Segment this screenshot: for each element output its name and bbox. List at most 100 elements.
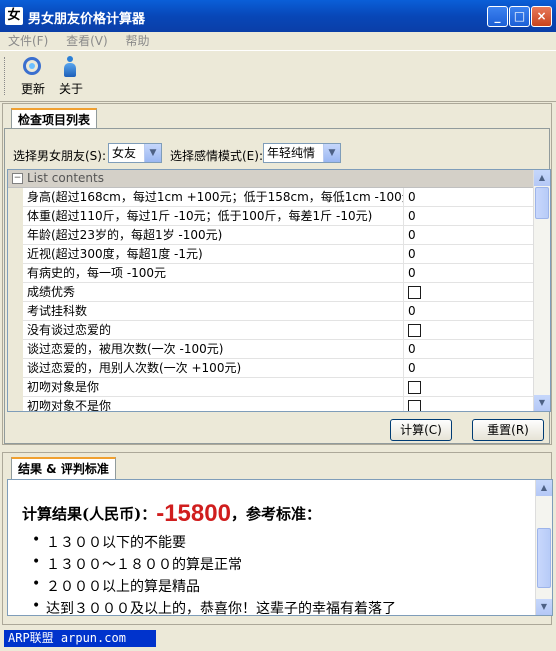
scroll-up-icon[interactable]: ▲ [534, 170, 550, 186]
tab-result[interactable]: 结果 & 评判标准 [11, 457, 116, 479]
list-item-label: 初吻对象不是你 [27, 397, 404, 411]
reset-button[interactable]: 重置(R) [472, 419, 544, 441]
scroll-down-icon[interactable]: ▼ [536, 599, 552, 615]
list-item-checkbox[interactable] [408, 324, 421, 337]
toolbar: 更新 关于 [0, 50, 556, 102]
list-item-value[interactable]: 0 [408, 188, 416, 207]
scroll-down-icon[interactable]: ▼ [534, 395, 550, 411]
list-item-value[interactable]: 0 [408, 340, 416, 359]
row-gutter [8, 188, 23, 207]
refresh-button[interactable]: 更新 [15, 54, 51, 98]
close-button[interactable]: × [531, 6, 552, 27]
list-item[interactable]: 谈过恋爱的，甩别人次数(一次 +100元) 0 [8, 359, 535, 378]
tab-check-items[interactable]: 检查项目列表 [11, 108, 98, 130]
partner-select-value: 女友 [112, 146, 137, 160]
list-item[interactable]: 初吻对象不是你 [8, 397, 535, 411]
about-button[interactable]: 关于 [53, 54, 89, 98]
maximize-button[interactable]: □ [509, 6, 530, 27]
result-panel: 结果 & 评判标准 计算结果(人民币)：-15800，参考标准： １３００以下的… [2, 452, 553, 625]
row-gutter [8, 359, 23, 378]
list-item[interactable]: 考试挂科数 0 [8, 302, 535, 321]
list-item-label: 谈过恋爱的，甩别人次数(一次 +100元) [27, 359, 404, 378]
calc-button[interactable]: 计算(C) [390, 419, 452, 441]
scroll-thumb[interactable] [535, 187, 549, 219]
about-label: 关于 [58, 82, 83, 96]
list-item-label: 没有谈过恋爱的 [27, 321, 404, 340]
list-item-checkbox[interactable] [408, 286, 421, 299]
list-item-label: 身高(超过168cm，每过1cm +100元；低于158cm，每低1cm -10… [27, 188, 404, 207]
refresh-label: 更新 [20, 82, 45, 96]
result-value: -15800 [156, 500, 231, 527]
scroll-thumb[interactable] [537, 528, 551, 588]
mode-label: 选择感情模式(E): [170, 149, 263, 163]
list-item-value[interactable]: 0 [408, 359, 416, 378]
list-item[interactable]: 体重(超过110斤，每过1斤 -10元；低于100斤，每差1斤 -10元) 0 [8, 207, 535, 226]
list-item-value[interactable]: 0 [408, 264, 416, 283]
check-tab-pane: 选择男女朋友(S): 女友 ▼ 选择感情模式(E): 年轻纯情 ▼ − List … [4, 128, 551, 444]
menu-bar: 文件(F) 查看(V) 帮助 [0, 32, 556, 50]
menu-help[interactable]: 帮助 [126, 32, 150, 50]
partner-select[interactable]: 女友 ▼ [108, 143, 162, 163]
list-item-value[interactable]: 0 [408, 245, 416, 264]
list-item-label: 年龄(超过23岁的，每超1岁 -100元) [27, 226, 404, 245]
list-item-value[interactable]: 0 [408, 302, 416, 321]
list-item-label: 近视(超过300度，每超1度 -1元) [27, 245, 404, 264]
result-prefix: 计算结果(人民币)： [22, 505, 157, 523]
row-gutter [8, 245, 23, 264]
result-scrollbar[interactable]: ▲ ▼ [535, 480, 552, 615]
list-item[interactable]: 初吻对象是你 [8, 378, 535, 397]
list-item-value[interactable]: 0 [408, 226, 416, 245]
list-item[interactable]: 谈过恋爱的，被甩次数(一次 -100元) 0 [8, 340, 535, 359]
chevron-down-icon[interactable]: ▼ [323, 144, 340, 162]
menu-file[interactable]: 文件(F) [8, 32, 48, 50]
criteria-item: ２０００以上的算是精品 [32, 576, 200, 596]
row-gutter [8, 378, 23, 397]
result-suffix: ，参考标准： [230, 505, 321, 523]
row-gutter [8, 264, 23, 283]
check-panel: 检查项目列表 选择男女朋友(S): 女友 ▼ 选择感情模式(E): 年轻纯情 ▼… [2, 103, 552, 445]
about-icon [64, 56, 76, 78]
list-item[interactable]: 近视(超过300度，每超1度 -1元) 0 [8, 245, 535, 264]
mode-select-value: 年轻纯情 [267, 146, 316, 160]
list-item[interactable]: 年龄(超过23岁的，每超1岁 -100元) 0 [8, 226, 535, 245]
list-item-checkbox[interactable] [408, 400, 421, 411]
list-item[interactable]: 没有谈过恋爱的 [8, 321, 535, 340]
list-item[interactable]: 身高(超过168cm，每过1cm +100元；低于158cm，每低1cm -10… [8, 188, 535, 207]
row-gutter [8, 340, 23, 359]
row-gutter [8, 226, 23, 245]
toolbar-grip[interactable] [4, 57, 8, 95]
chevron-down-icon[interactable]: ▼ [144, 144, 161, 162]
criteria-item: １３００以下的不能要 [32, 532, 186, 552]
list-item-label: 成绩优秀 [27, 283, 404, 302]
collapse-icon[interactable]: − [12, 173, 23, 184]
row-gutter [8, 321, 23, 340]
list-item-label: 谈过恋爱的，被甩次数(一次 -100元) [27, 340, 404, 359]
row-gutter [8, 397, 23, 411]
criteria-item: １３００～１８００的算是正常 [32, 554, 242, 574]
menu-view[interactable]: 查看(V) [66, 32, 108, 50]
list-item-value[interactable]: 0 [408, 207, 416, 226]
refresh-icon [23, 57, 41, 75]
minimize-button[interactable]: _ [487, 6, 508, 27]
list-item-label: 有病史的，每一项 -100元 [27, 264, 404, 283]
scroll-up-icon[interactable]: ▲ [536, 480, 552, 496]
list-scrollbar[interactable]: ▲ ▼ [533, 170, 550, 411]
app-icon: 女 [5, 7, 23, 25]
status-link[interactable]: ARP联盟 arpun.com [4, 630, 156, 647]
list-item-checkbox[interactable] [408, 381, 421, 394]
mode-select[interactable]: 年轻纯情 ▼ [263, 143, 341, 163]
title-bar[interactable]: 女 男女朋友价格计算器 _ □ × [0, 0, 556, 32]
list-item[interactable]: 成绩优秀 [8, 283, 535, 302]
window-title: 男女朋友价格计算器 [28, 12, 146, 27]
row-gutter [8, 283, 23, 302]
row-gutter [8, 302, 23, 321]
list-item[interactable]: 有病史的，每一项 -100元 0 [8, 264, 535, 283]
criteria-item: 达到３０００及以上的，恭喜你！这辈子的幸福有着落了 [32, 598, 396, 618]
list-group-header[interactable]: − List contents [8, 170, 535, 188]
list-item-label: 初吻对象是你 [27, 378, 404, 397]
list-item-label: 考试挂科数 [27, 302, 404, 321]
row-gutter [8, 207, 23, 226]
list-group-title: List contents [27, 171, 104, 185]
result-area: 计算结果(人民币)：-15800，参考标准： １３００以下的不能要 １３００～１… [7, 479, 553, 618]
list-item-label: 体重(超过110斤，每过1斤 -10元；低于100斤，每差1斤 -10元) [27, 207, 404, 226]
